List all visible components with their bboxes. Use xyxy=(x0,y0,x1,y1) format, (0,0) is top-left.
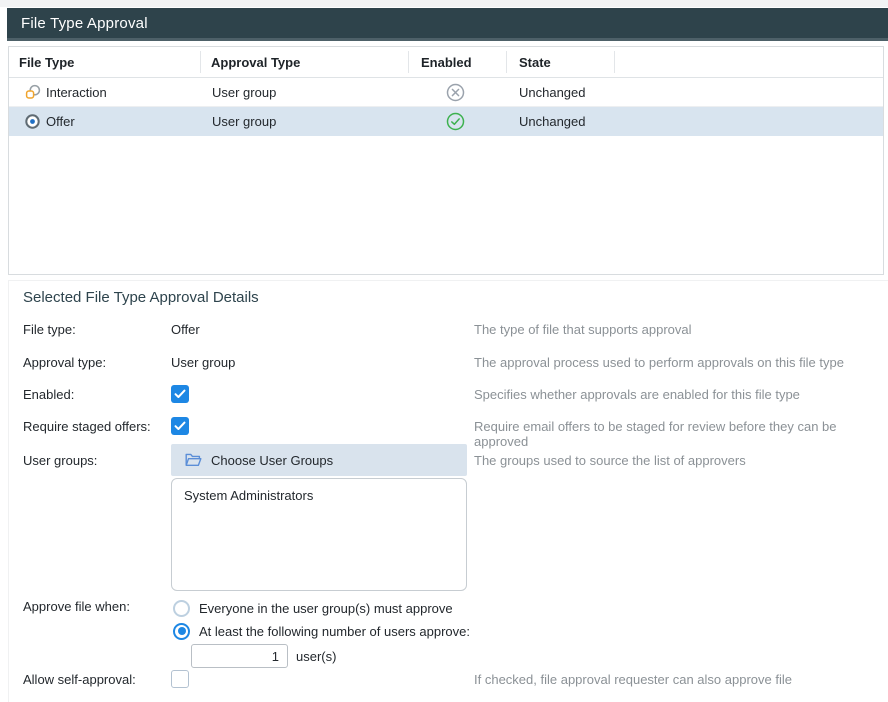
state-cell: Unchanged xyxy=(519,78,586,106)
file-type-cell: Offer xyxy=(46,107,75,135)
approval-type-cell: User group xyxy=(212,78,276,106)
radio-label-at-least: At least the following number of users a… xyxy=(199,624,470,639)
panel-title: File Type Approval xyxy=(21,15,148,32)
approver-count-suffix: user(s) xyxy=(296,649,336,664)
user-groups-description: The groups used to source the list of ap… xyxy=(474,453,746,468)
require-staged-checkbox[interactable] xyxy=(171,417,189,435)
file-type-description: The type of file that supports approval xyxy=(474,322,692,337)
column-header-enabled[interactable]: Enabled xyxy=(421,47,472,77)
radio-button-at-least[interactable] xyxy=(173,623,190,640)
table-row-offer[interactable]: Offer User group Unchanged xyxy=(9,107,883,136)
radio-option-at-least: At least the following number of users a… xyxy=(173,621,470,641)
radio-option-everyone: Everyone in the user group(s) must appro… xyxy=(173,598,453,618)
column-divider xyxy=(614,51,615,73)
table-row-interaction[interactable]: Interaction User group Unchanged xyxy=(9,78,883,107)
file-type-cell: Interaction xyxy=(46,78,107,106)
file-type-table: File Type Approval Type Enabled State In… xyxy=(8,46,884,275)
folder-icon xyxy=(185,453,202,467)
interaction-icon xyxy=(25,78,41,106)
enabled-description: Specifies whether approvals are enabled … xyxy=(474,387,800,402)
approve-when-label: Approve file when: xyxy=(23,599,130,614)
approval-type-cell: User group xyxy=(212,107,276,135)
choose-user-groups-label: Choose User Groups xyxy=(211,453,333,468)
file-type-label: File type: xyxy=(23,322,76,337)
state-cell: Unchanged xyxy=(519,107,586,135)
column-divider xyxy=(506,51,507,73)
column-divider xyxy=(200,51,201,73)
approval-type-label: Approval type: xyxy=(23,355,106,370)
column-header-file-type[interactable]: File Type xyxy=(19,47,74,77)
choose-user-groups-button[interactable]: Choose User Groups xyxy=(171,444,467,476)
column-divider xyxy=(408,51,409,73)
list-item[interactable]: System Administrators xyxy=(184,487,466,505)
require-staged-description: Require email offers to be staged for re… xyxy=(474,419,888,449)
details-title: Selected File Type Approval Details xyxy=(23,289,259,306)
self-approval-label: Allow self-approval: xyxy=(23,672,136,687)
user-groups-list[interactable]: System Administrators xyxy=(171,478,467,591)
column-header-state[interactable]: State xyxy=(519,47,551,77)
self-approval-checkbox[interactable] xyxy=(171,670,189,688)
enabled-label: Enabled: xyxy=(23,387,74,402)
self-approval-description: If checked, file approval requester can … xyxy=(474,672,792,687)
radio-label-everyone: Everyone in the user group(s) must appro… xyxy=(199,601,453,616)
panel-header: File Type Approval xyxy=(7,8,888,41)
offer-icon xyxy=(25,107,40,135)
user-groups-label: User groups: xyxy=(23,453,97,468)
approver-count-input[interactable] xyxy=(191,644,288,668)
radio-button-everyone[interactable] xyxy=(173,600,190,617)
approval-type-description: The approval process used to perform app… xyxy=(474,355,844,370)
enabled-checkbox[interactable] xyxy=(171,385,189,403)
top-strip xyxy=(0,0,888,7)
require-staged-label: Require staged offers: xyxy=(23,419,151,434)
cross-circle-icon xyxy=(446,78,465,106)
file-type-value: Offer xyxy=(171,322,200,337)
check-circle-icon xyxy=(446,107,465,135)
details-panel: Selected File Type Approval Details File… xyxy=(8,280,888,702)
table-header-row: File Type Approval Type Enabled State xyxy=(9,47,883,78)
approval-type-value: User group xyxy=(171,355,235,370)
column-header-approval-type[interactable]: Approval Type xyxy=(211,47,300,77)
